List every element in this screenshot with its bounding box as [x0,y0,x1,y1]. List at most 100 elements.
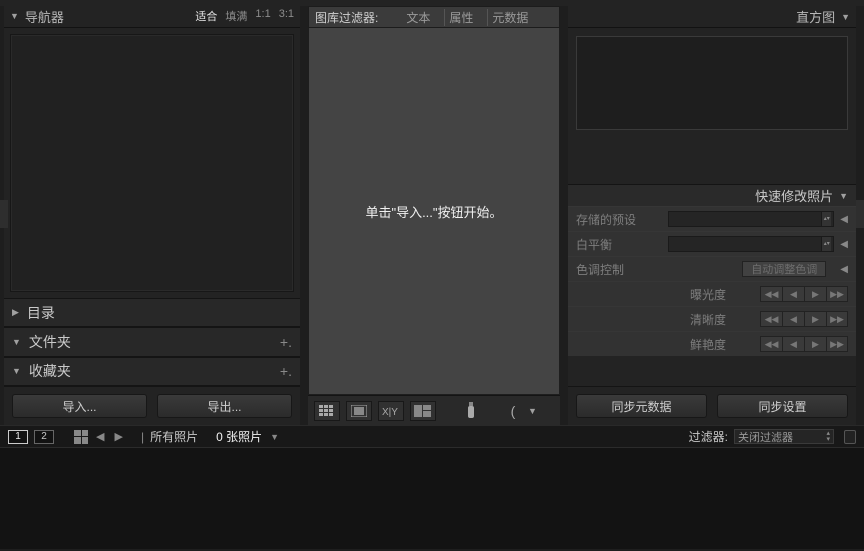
right-panel: 直方图 ▼ 快速修改照片 ▼ 存储的预设 ▴▾ ◀ 白平衡 ▴▾ ◀ 色调控制 … [568,6,856,425]
left-panel-toggle[interactable] [0,200,8,228]
chevron-down-icon[interactable]: ▼ [528,406,537,416]
chevron-down-icon[interactable]: ▼ [270,432,279,442]
vibrance-row: 鲜艳度 ◀◀ ◀ ▶ ▶▶ [568,331,856,356]
clarity-dec-large[interactable]: ◀◀ [760,311,782,327]
quick-develop-body: 存储的预设 ▴▾ ◀ 白平衡 ▴▾ ◀ 色调控制 自动调整色调 ◀ 曝光度 ◀◀… [568,206,856,356]
filter-attribute[interactable]: 属性 [444,9,477,26]
wb-row: 白平衡 ▴▾ ◀ [568,231,856,256]
zoom-3-1[interactable]: 3:1 [279,8,294,24]
collections-label: 收藏夹 [29,361,71,381]
export-button[interactable]: 导出... [157,394,292,418]
vibrance-inc-large[interactable]: ▶▶ [826,336,848,352]
center-panel: 图库过滤器: 文本 属性 元数据 单击"导入..."按钮开始。 X|Y [308,6,560,425]
clarity-stepper: ◀◀ ◀ ▶ ▶▶ [760,311,848,327]
clarity-inc[interactable]: ▶ [804,311,826,327]
tone-label: 色调控制 [576,261,662,278]
chevron-down-icon: ▼ [839,191,848,201]
vibrance-label: 鲜艳度 [576,336,726,353]
wb-label: 白平衡 [576,236,662,253]
navigator-preview [10,34,294,292]
exposure-label: 曝光度 [576,286,726,303]
left-panel: ▼ 导航器 适合 填满 1:1 3:1 ▶ 目录 ▼ 文件夹 +. ▼ 收藏夹 … [4,6,300,425]
right-panel-toggle[interactable] [856,200,864,228]
empty-hint: 单击"导入..."按钮开始。 [365,202,502,221]
loupe-view-button[interactable] [346,401,372,421]
sync-metadata-button[interactable]: 同步元数据 [576,394,707,418]
wb-select[interactable]: ▴▾ [668,236,834,252]
left-footer-buttons: 导入... 导出... [4,386,300,425]
exposure-inc[interactable]: ▶ [804,286,826,302]
chevron-down-icon: ▼ [841,12,850,22]
clarity-label: 清晰度 [576,311,726,328]
navigator-header[interactable]: ▼ 导航器 适合 填满 1:1 3:1 [4,6,300,28]
filter-metadata[interactable]: 元数据 [487,9,532,26]
folders-label: 文件夹 [29,332,71,352]
auto-tone-button[interactable]: 自动调整色调 [742,261,826,277]
quick-develop-title: 快速修改照片 [755,186,833,205]
grid-icon[interactable] [74,430,88,444]
navigator-zoom-levels: 适合 填满 1:1 3:1 [195,8,294,24]
folders-panel-header[interactable]: ▼ 文件夹 +. [4,327,300,356]
svg-text:X|Y: X|Y [382,407,398,417]
vibrance-stepper: ◀◀ ◀ ▶ ▶▶ [760,336,848,352]
sync-settings-button[interactable]: 同步设置 [717,394,848,418]
right-footer-buttons: 同步元数据 同步设置 [568,386,856,425]
sort-direction-button[interactable]: ( [500,401,526,421]
filter-preset-select[interactable]: 关闭过滤器 ▴▾ [734,429,834,444]
exposure-stepper: ◀◀ ◀ ▶ ▶▶ [760,286,848,302]
histogram-title: 直方图 [796,7,835,26]
chevron-left-icon[interactable]: ◀ [840,214,848,225]
preset-label: 存储的预设 [576,211,662,228]
nav-back-icon[interactable]: ◀ [94,430,106,443]
vibrance-dec[interactable]: ◀ [782,336,804,352]
grid-view-button[interactable] [314,401,340,421]
photo-count: 0 张照片 [216,428,262,445]
center-toolbar: X|Y ( ▼ [308,395,560,425]
library-filter-bar: 图库过滤器: 文本 属性 元数据 [308,6,560,28]
exposure-inc-large[interactable]: ▶▶ [826,286,848,302]
add-folder-icon[interactable]: +. [280,334,292,350]
exposure-row: 曝光度 ◀◀ ◀ ▶ ▶▶ [568,281,856,306]
clarity-inc-large[interactable]: ▶▶ [826,311,848,327]
filmstrip[interactable] [0,447,864,549]
compare-view-button[interactable]: X|Y [378,401,404,421]
quick-develop-header[interactable]: 快速修改照片 ▼ [568,184,856,206]
preset-row: 存储的预设 ▴▾ ◀ [568,206,856,231]
tone-row: 色调控制 自动调整色调 ◀ [568,256,856,281]
filter-preset-value: 关闭过滤器 [738,429,793,445]
chevron-down-icon: ▼ [12,366,21,376]
preset-select[interactable]: ▴▾ [668,211,834,227]
monitor-1-button[interactable]: 1 [8,430,28,444]
filmstrip-toolbar: 1 2 ◀ ▶ | 所有照片 0 张照片 ▼ 过滤器: 关闭过滤器 ▴▾ [0,425,864,447]
chevron-left-icon[interactable]: ◀ [840,239,848,250]
survey-view-button[interactable] [410,401,436,421]
vibrance-inc[interactable]: ▶ [804,336,826,352]
breadcrumb[interactable]: 所有照片 [150,428,198,445]
clarity-row: 清晰度 ◀◀ ◀ ▶ ▶▶ [568,306,856,331]
collections-panel-header[interactable]: ▼ 收藏夹 +. [4,357,300,386]
vibrance-dec-large[interactable]: ◀◀ [760,336,782,352]
chevron-left-icon[interactable]: ◀ [840,264,848,275]
main-area: ▼ 导航器 适合 填满 1:1 3:1 ▶ 目录 ▼ 文件夹 +. ▼ 收藏夹 … [0,6,864,425]
filter-bar-label: 图库过滤器: [315,9,378,26]
histogram-header[interactable]: 直方图 ▼ [568,6,856,28]
exposure-dec[interactable]: ◀ [782,286,804,302]
zoom-fit[interactable]: 适合 [195,8,217,24]
nav-forward-icon[interactable]: ▶ [112,430,124,443]
chevron-down-icon: ▼ [10,11,19,21]
filter-text[interactable]: 文本 [402,9,434,26]
spray-tool-button[interactable] [458,401,484,421]
content-canvas: 单击"导入..."按钮开始。 [308,28,560,395]
zoom-fill[interactable]: 填满 [225,8,247,24]
zoom-1-1[interactable]: 1:1 [255,8,270,24]
catalog-panel-header[interactable]: ▶ 目录 [4,298,300,327]
filter-lock-icon[interactable] [844,430,856,444]
histogram-display [576,36,848,130]
navigator-title: 导航器 [25,7,64,26]
filter-label: 过滤器: [689,428,728,445]
clarity-dec[interactable]: ◀ [782,311,804,327]
monitor-2-button[interactable]: 2 [34,430,54,444]
add-collection-icon[interactable]: +. [280,363,292,379]
import-button[interactable]: 导入... [12,394,147,418]
exposure-dec-large[interactable]: ◀◀ [760,286,782,302]
